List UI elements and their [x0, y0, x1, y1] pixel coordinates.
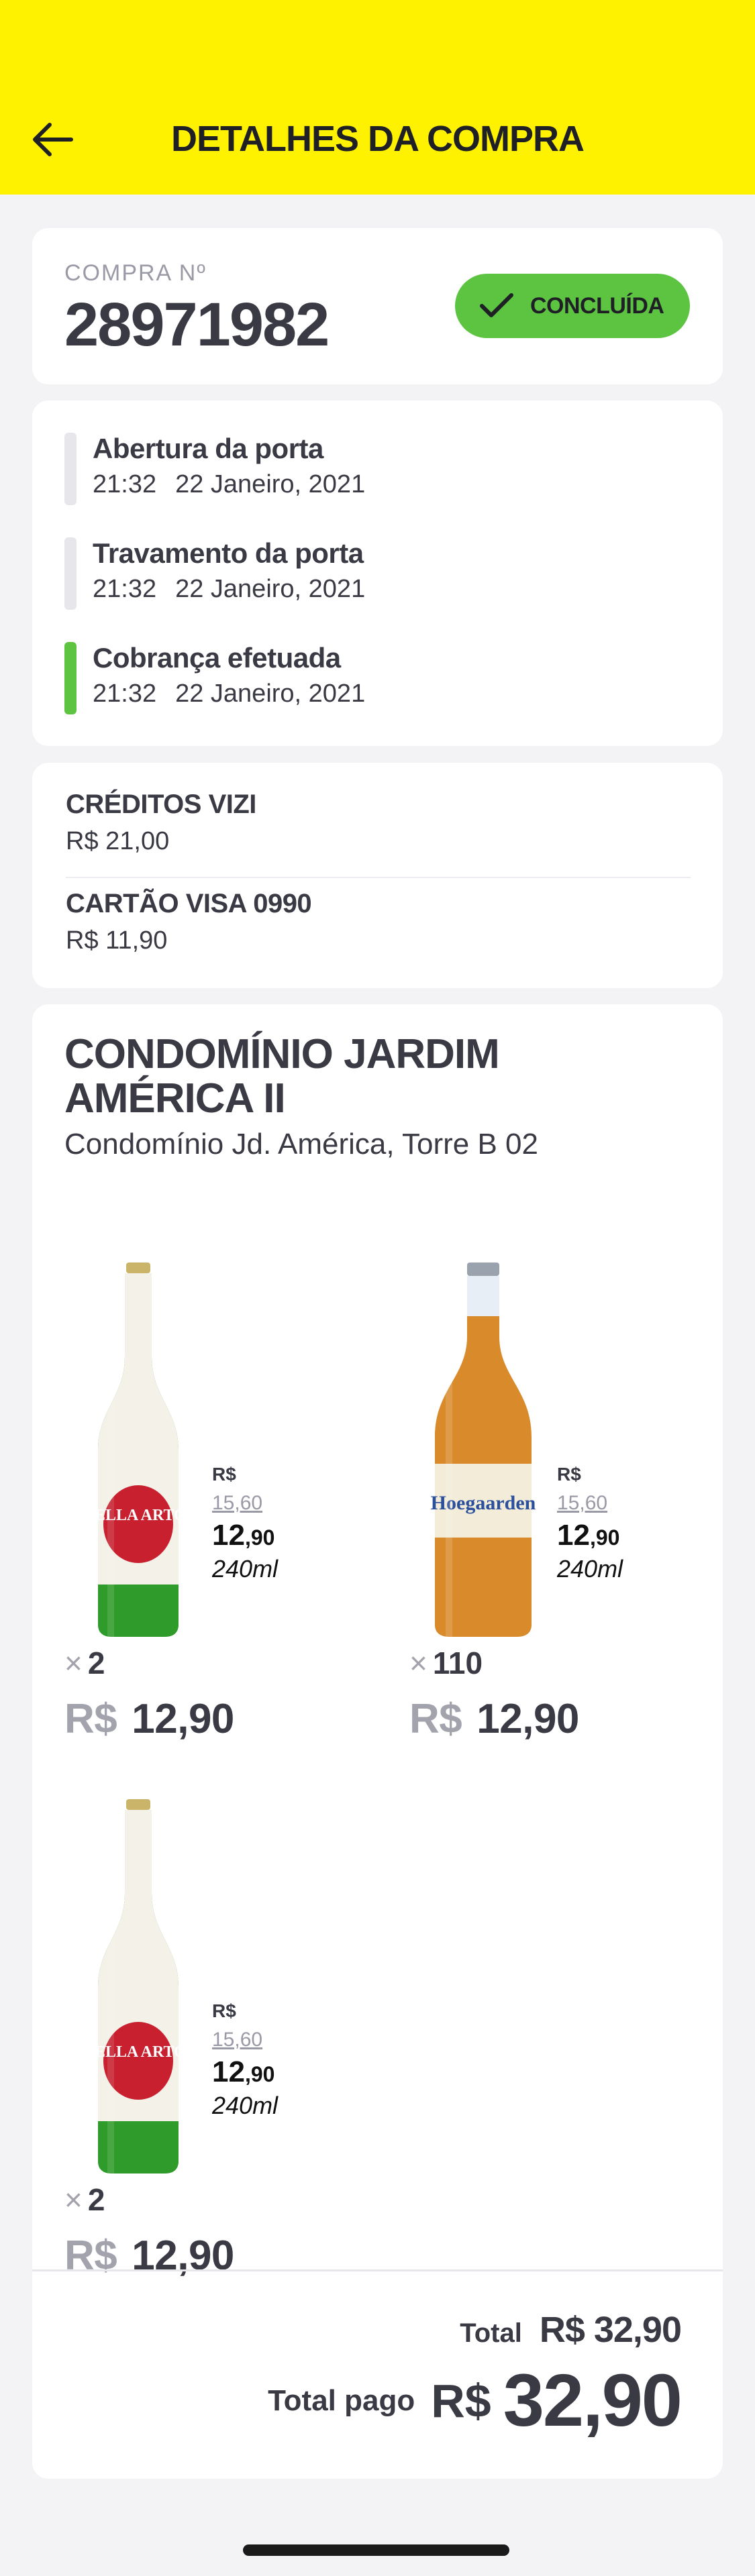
new-price-dec: ,90	[589, 1525, 620, 1550]
payment-card: CRÉDITOS VIZI R$ 21,00 CARTÃO VISA 0990 …	[32, 763, 723, 988]
event-datetime: 21:32 22 Janeiro, 2021	[93, 575, 365, 604]
total-paid-row: Total pago R$ 32,90	[268, 2358, 683, 2443]
product-item[interactable]: STELLA ARTOIS R$ 15,60 12,90 240ml × 2 R$…	[64, 1799, 373, 2279]
status-badge: CONCLUÍDA	[455, 274, 690, 338]
event-indicator	[64, 537, 77, 610]
event-date: 22 Janeiro, 2021	[175, 575, 366, 603]
payment-amount: R$ 21,00	[66, 827, 170, 855]
line-total-value: 12,90	[132, 2233, 234, 2279]
new-price-int: 12	[212, 2055, 245, 2088]
event-title: Cobrança efetuada	[93, 642, 341, 674]
new-price: 12,90	[557, 1519, 623, 1552]
price-tag: R$ 15,60 12,90 240ml	[212, 1464, 278, 1583]
event-title: Abertura da porta	[93, 433, 323, 464]
line-total: R$ 12,90	[409, 1695, 579, 1743]
event-datetime: 21:32 22 Janeiro, 2021	[93, 470, 365, 499]
quantity-value: 110	[432, 1646, 483, 1680]
bottle-label: STELLA ARTOIS	[78, 1507, 199, 1524]
payment-method: CRÉDITOS VIZI	[66, 790, 256, 819]
new-price-int: 12	[557, 1519, 590, 1552]
store-name: CONDOMÍNIO JARDIM AMÉRICA II	[64, 1031, 500, 1122]
old-price: 15,60	[212, 1492, 263, 1514]
line-total-value: 12,90	[132, 1696, 234, 1742]
line-currency: R$	[64, 2233, 117, 2279]
hoegaarden-bottle-image: Hoegaarden	[431, 1263, 536, 1638]
event-indicator-active	[64, 642, 77, 714]
times-icon: ×	[409, 1646, 427, 1680]
line-total: R$ 12,90	[64, 2232, 234, 2279]
line-total: R$ 12,90	[64, 1695, 234, 1743]
volume: 240ml	[212, 1555, 279, 1582]
quantity-value: 2	[87, 1646, 105, 1680]
store-address: Condomínio Jd. América, Torre B 02	[64, 1128, 538, 1161]
old-price: 15,60	[557, 1492, 608, 1514]
status-text: CONCLUÍDA	[530, 292, 664, 319]
app-header: DETALHES DA COMPRA	[0, 0, 755, 195]
event-charge: Cobrança efetuada 21:32 22 Janeiro, 2021	[64, 642, 668, 716]
product-item[interactable]: STELLA ARTOIS R$ 15,60 12,90 240ml × 2 R$…	[64, 1263, 373, 1742]
times-icon: ×	[64, 2182, 83, 2217]
event-time: 21:32	[93, 470, 157, 498]
divider	[66, 877, 691, 878]
bottle-label: STELLA ARTOIS	[78, 2043, 199, 2061]
price-currency: R$	[557, 1464, 581, 1485]
new-price-dec: ,90	[244, 1525, 275, 1550]
check-icon	[480, 293, 513, 317]
product-item[interactable]: Hoegaarden R$ 15,60 12,90 240ml × 110 R$ 1…	[409, 1263, 718, 1742]
quantity: × 2	[64, 1645, 105, 1681]
timeline-card: Abertura da porta 21:32 22 Janeiro, 2021 …	[32, 400, 723, 746]
event-door-open: Abertura da porta 21:32 22 Janeiro, 2021	[64, 433, 668, 506]
home-indicator	[243, 2544, 509, 2556]
quantity: × 110	[409, 1645, 483, 1681]
total-label: Total	[460, 2318, 522, 2348]
event-door-lock: Travamento da porta 21:32 22 Janeiro, 202…	[64, 537, 668, 611]
products-card: CONDOMÍNIO JARDIM AMÉRICA II Condomínio …	[32, 1004, 723, 2479]
volume: 240ml	[557, 1555, 623, 1582]
event-time: 21:32	[93, 680, 157, 708]
total-paid-value: 32,90	[503, 2359, 683, 2442]
order-number-label: COMPRA Nº	[64, 260, 207, 286]
divider	[32, 2269, 723, 2271]
page-title: DETALHES DA COMPRA	[171, 119, 585, 159]
total-value: R$ 32,90	[539, 2310, 682, 2350]
price-tag: R$ 15,60 12,90 240ml	[557, 1464, 623, 1583]
event-date: 22 Janeiro, 2021	[175, 470, 366, 498]
order-number: 28971982	[64, 290, 330, 359]
old-price: 15,60	[212, 2029, 263, 2051]
payment-method: CARTÃO VISA 0990	[66, 889, 312, 918]
quantity: × 2	[64, 2182, 105, 2218]
line-currency: R$	[64, 1696, 117, 1742]
new-price-int: 12	[212, 1519, 245, 1552]
stella-bottle-image: STELLA ARTOIS	[78, 1263, 199, 1638]
new-price: 12,90	[212, 1519, 278, 1552]
event-date: 22 Janeiro, 2021	[175, 680, 366, 708]
line-total-value: 12,90	[476, 1696, 579, 1742]
event-title: Travamento da porta	[93, 537, 364, 569]
price-currency: R$	[212, 1464, 236, 1485]
stella-bottle-image: STELLA ARTOIS	[78, 1799, 199, 2175]
quantity-value: 2	[87, 2182, 105, 2217]
total-paid-label: Total pago	[268, 2383, 415, 2417]
event-time: 21:32	[93, 575, 157, 603]
event-indicator	[64, 433, 77, 505]
price-tag: R$ 15,60 12,90 240ml	[212, 2000, 278, 2120]
payment-amount: R$ 11,90	[66, 926, 168, 955]
order-card: COMPRA Nº 28971982 CONCLUÍDA	[32, 228, 723, 384]
total-row: Total R$ 32,90	[460, 2309, 682, 2351]
new-price-dec: ,90	[244, 2062, 275, 2086]
volume: 240ml	[212, 2092, 279, 2119]
new-price: 12,90	[212, 2055, 278, 2089]
times-icon: ×	[64, 1646, 83, 1680]
total-paid-currency: R$	[431, 2374, 491, 2427]
event-datetime: 21:32 22 Janeiro, 2021	[93, 680, 365, 708]
line-currency: R$	[409, 1696, 462, 1742]
price-currency: R$	[212, 2000, 236, 2021]
